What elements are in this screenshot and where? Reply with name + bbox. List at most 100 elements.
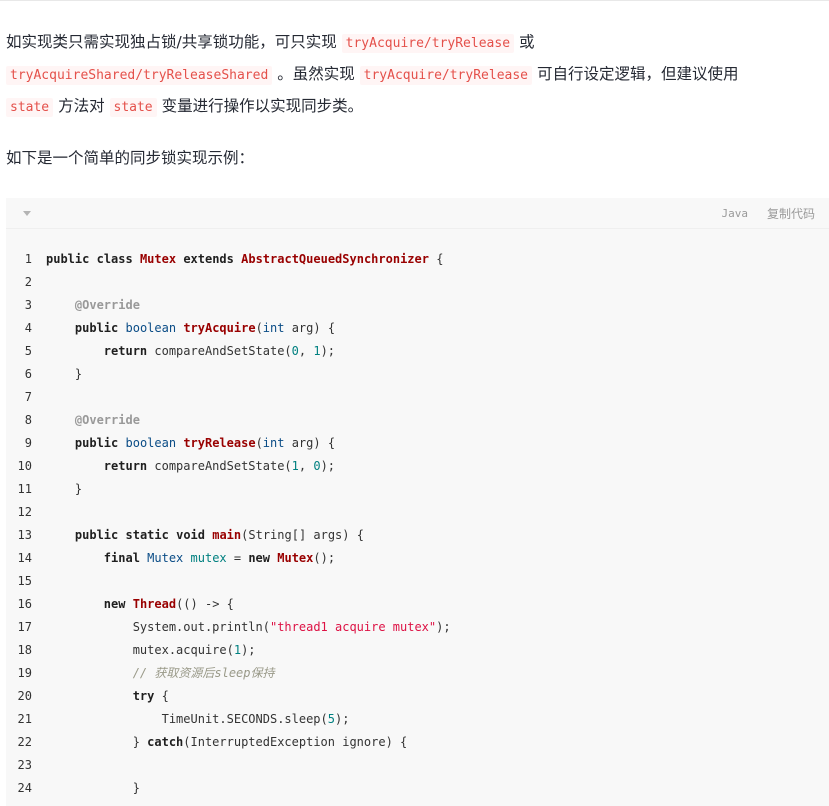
code-text: final Mutex mutex = new Mutex(); (46, 547, 335, 570)
code-token: class (96, 252, 133, 266)
code-token: public (74, 528, 119, 542)
code-token: AbstractQueuedSynchronizer (241, 252, 429, 266)
code-token: (InterruptedException ignore) { (183, 735, 408, 749)
code-token: Thread (132, 597, 177, 611)
code-block: Java 复制代码 1 public class Mutex extends Ab… (6, 198, 829, 806)
code-token: ); (335, 712, 350, 726)
code-token: } (46, 482, 83, 496)
code-token: // 获取资源后sleep保持 (132, 666, 275, 680)
code-token: Mutex (147, 551, 184, 565)
code-text: public static void main(String[] args) { (46, 524, 364, 547)
line-number: 16 (17, 597, 32, 611)
code-line: 9 public boolean tryRelease(int arg) { (6, 432, 829, 455)
line-number: 6 (24, 367, 32, 381)
code-token: 1 (313, 344, 321, 358)
inline-code-state: state (6, 98, 54, 117)
code-token: } (46, 781, 140, 795)
code-text: // 获取资源后sleep保持 (46, 662, 275, 685)
paragraph-text: 可自行设定逻辑，但建议使用 (532, 65, 739, 83)
code-line: 3 @Override (6, 294, 829, 317)
code-body: 1 public class Mutex extends AbstractQueu… (6, 248, 829, 800)
code-token: (String[] args) { (241, 528, 364, 542)
code-token: public (74, 321, 119, 335)
code-token: int (262, 321, 285, 335)
code-language-label: Java (721, 207, 749, 220)
code-line: 4 public boolean tryAcquire(int arg) { (6, 317, 829, 340)
code-token: , (298, 459, 314, 473)
paragraph-text: 。虽然实现 (272, 65, 360, 83)
code-token: int (262, 436, 285, 450)
code-token: 0 (313, 459, 321, 473)
code-line: 5 return compareAndSetState(0, 1); (6, 340, 829, 363)
code-token: } (46, 367, 83, 381)
code-text: } (46, 363, 82, 386)
code-token: 1 (233, 643, 242, 657)
line-number: 4 (24, 321, 32, 335)
code-token: ( (255, 321, 263, 335)
code-text: } (46, 478, 82, 501)
code-token: new (103, 597, 126, 611)
code-line: 1 public class Mutex extends AbstractQueu… (6, 248, 829, 271)
code-line: 21 TimeUnit.SECONDS.sleep(5); (6, 708, 829, 731)
code-text: return compareAndSetState(0, 1); (46, 340, 335, 363)
code-token: } (46, 735, 148, 749)
inline-code-try-acquire-shared: tryAcquireShared/tryReleaseShared (6, 66, 273, 85)
line-number: 13 (17, 528, 32, 542)
code-token: ( (255, 436, 263, 450)
paragraph-text: 如实现类只需实现独占锁/共享锁功能，可只实现 (6, 33, 342, 51)
copy-code-button[interactable]: 复制代码 (767, 205, 815, 222)
code-line: 19 // 获取资源后sleep保持 (6, 662, 829, 685)
line-number: 23 (17, 758, 32, 772)
code-line: 13 public static void main(String[] args… (6, 524, 829, 547)
code-token: ); (241, 643, 256, 657)
code-line: 24 } (6, 777, 829, 800)
code-token: return (103, 344, 148, 358)
code-token: { (428, 252, 444, 266)
line-number: 12 (17, 505, 32, 519)
line-number: 22 (17, 735, 32, 749)
code-text: try { (46, 685, 169, 708)
code-text: TimeUnit.SECONDS.sleep(5); (46, 708, 350, 731)
inline-code-state: state (109, 98, 157, 117)
line-number: 8 (24, 413, 32, 427)
inline-code-try-acquire-release: tryAcquire/tryRelease (359, 66, 533, 85)
code-token: compareAndSetState( (147, 459, 292, 473)
code-token: ); (320, 459, 336, 473)
line-number: 20 (17, 689, 32, 703)
code-text: public boolean tryAcquire(int arg) { (46, 317, 335, 340)
code-block-header: Java 复制代码 (6, 198, 829, 229)
paragraph-implementation-note: 如实现类只需实现独占锁/共享锁功能，可只实现 tryAcquire/tryRel… (6, 27, 821, 123)
code-token: void (176, 528, 205, 542)
code-token: extends (183, 252, 234, 266)
line-number: 1 (24, 252, 32, 266)
code-line: 14 final Mutex mutex = new Mutex(); (6, 547, 829, 570)
line-number: 2 (24, 275, 32, 289)
code-token: { (154, 689, 169, 703)
code-token: main (212, 528, 242, 542)
code-line: 11 } (6, 478, 829, 501)
code-text: mutex.acquire(1); (46, 639, 256, 662)
code-token: ); (436, 620, 451, 634)
code-token: 0 (291, 344, 299, 358)
top-divider (0, 0, 829, 1)
code-token: @Override (74, 298, 140, 312)
code-text: return compareAndSetState(1, 0); (46, 455, 335, 478)
chevron-down-icon[interactable] (23, 211, 31, 216)
line-number: 5 (24, 344, 32, 358)
code-text: System.out.println("thread1 acquire mute… (46, 616, 451, 639)
line-number: 10 (17, 459, 32, 473)
code-line: 15 (6, 570, 829, 593)
